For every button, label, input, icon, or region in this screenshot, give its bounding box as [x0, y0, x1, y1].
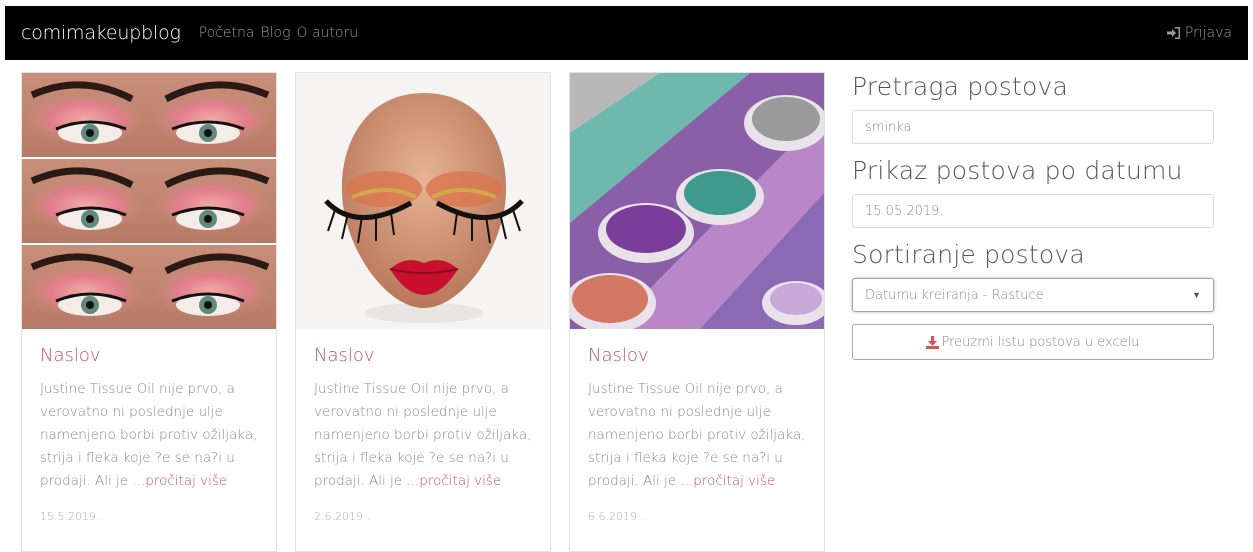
- read-more-link[interactable]: pročitaj više: [419, 473, 501, 489]
- sidebar: Pretraga postova sminka Prikaz postova p…: [852, 72, 1214, 360]
- post-title[interactable]: Naslov: [40, 345, 101, 366]
- top-navbar: comimakeupblog Početna Blog O autoru Pri…: [5, 6, 1248, 60]
- login-link[interactable]: Prijava: [1166, 25, 1232, 41]
- date-input[interactable]: 15.05.2019.: [852, 194, 1214, 228]
- post-excerpt: Justine Tissue Oil nije prvo, a verovatn…: [314, 378, 534, 493]
- sort-selected-value: Datumu kreiranja - Rastuce: [865, 287, 1044, 303]
- nav-link-blog[interactable]: Blog: [260, 25, 290, 41]
- post-card: Naslov Justine Tissue Oil nije prvo, a v…: [569, 72, 825, 552]
- face-makeup-image: [324, 93, 524, 323]
- chevron-down-icon: ▼: [1192, 290, 1201, 301]
- post-date: 15.5.2019 .: [40, 510, 103, 523]
- post-title[interactable]: Naslov: [314, 345, 375, 366]
- export-label: Preuzmi listu postova u excelu: [941, 334, 1140, 350]
- search-heading: Pretraga postova: [852, 72, 1069, 101]
- read-more-link[interactable]: pročitaj više: [145, 473, 227, 489]
- post-image-glitter[interactable]: [570, 73, 824, 329]
- post-card: Naslov Justine Tissue Oil nije prvo, a v…: [295, 72, 551, 552]
- date-filter-heading: Prikaz postova po datumu: [852, 156, 1183, 185]
- search-input[interactable]: sminka: [852, 110, 1214, 144]
- glitter-pots-image: [570, 73, 824, 329]
- export-excel-button[interactable]: Preuzmi listu postova u excelu: [852, 324, 1214, 360]
- post-excerpt: Justine Tissue Oil nije prvo, a verovatn…: [40, 378, 260, 493]
- post-image-eyes[interactable]: [22, 73, 276, 329]
- nav-link-o-autoru[interactable]: O autoru: [297, 25, 359, 41]
- post-excerpt: Justine Tissue Oil nije prvo, a verovatn…: [588, 378, 808, 493]
- login-label: Prijava: [1184, 25, 1232, 41]
- nav-link-pocetna[interactable]: Početna: [199, 25, 255, 41]
- post-date: 6.6.2019 .: [588, 510, 644, 523]
- sort-heading: Sortiranje postova: [852, 240, 1085, 269]
- download-icon: [926, 335, 940, 349]
- post-image-face[interactable]: [296, 73, 550, 329]
- brand-logo[interactable]: comimakeupblog: [21, 22, 181, 44]
- post-date: 2.6.2019 .: [314, 510, 370, 523]
- post-card: Naslov Justine Tissue Oil nije prvo, a v…: [21, 72, 277, 552]
- eye-makeup-image: [22, 73, 276, 329]
- read-more-link[interactable]: pročitaj više: [693, 473, 775, 489]
- sort-select[interactable]: Datumu kreiranja - Rastuce ▼: [852, 278, 1214, 312]
- post-title[interactable]: Naslov: [588, 345, 649, 366]
- sign-in-icon: [1166, 27, 1180, 39]
